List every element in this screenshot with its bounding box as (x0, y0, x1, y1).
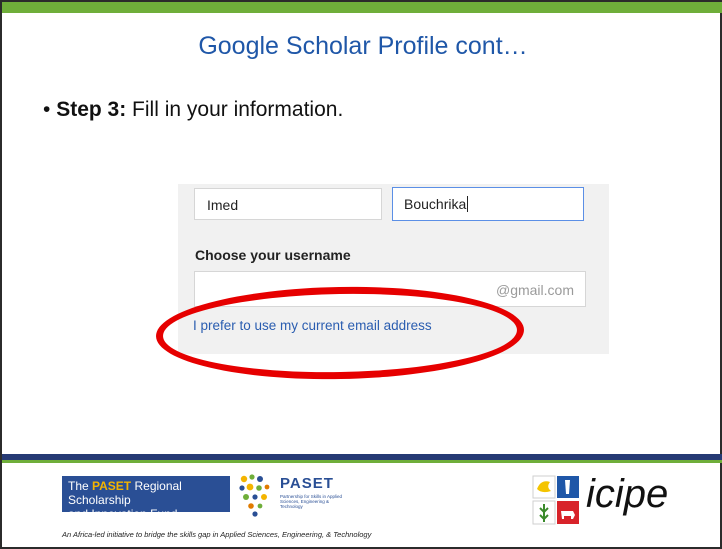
last-name-field[interactable]: Bouchrika (392, 187, 584, 221)
top-accent-bar (2, 2, 722, 13)
icipe-wordmark: icipe (586, 472, 669, 516)
slide-title: Google Scholar Profile cont… (198, 32, 528, 60)
step-label: Step 3: (56, 98, 127, 121)
last-name-value: Bouchrika (404, 196, 467, 212)
first-name-value: Imed (207, 197, 239, 213)
step-bullet: • Step 3: Fill in your information. (43, 98, 343, 122)
text-cursor (467, 196, 469, 212)
slide: Google Scholar Profile cont… • Step 3: F… (0, 0, 722, 549)
footer-accent-line (2, 460, 722, 463)
step-text: Fill in your information. (126, 98, 344, 121)
username-label: Choose your username (195, 247, 351, 263)
first-name-field[interactable]: Imed (194, 188, 382, 220)
icipe-emblem-icon (532, 475, 579, 525)
paset-description: Partnership for Skills in Applied Scienc… (280, 494, 343, 509)
paset-fund-banner: The PASET Regional Scholarship and Innov… (62, 476, 230, 521)
banner-highlight: PASET (92, 479, 132, 493)
paset-name: PASET (280, 475, 334, 492)
paset-tagline: An Africa-led initiative to bridge the s… (62, 530, 372, 539)
gmail-suffix: @gmail.com (495, 282, 574, 298)
paset-dots-icon (239, 474, 270, 517)
banner-prefix: The (68, 479, 93, 493)
banner-line2: and Innovation Fund (68, 507, 178, 521)
bullet-marker: • (43, 98, 51, 121)
